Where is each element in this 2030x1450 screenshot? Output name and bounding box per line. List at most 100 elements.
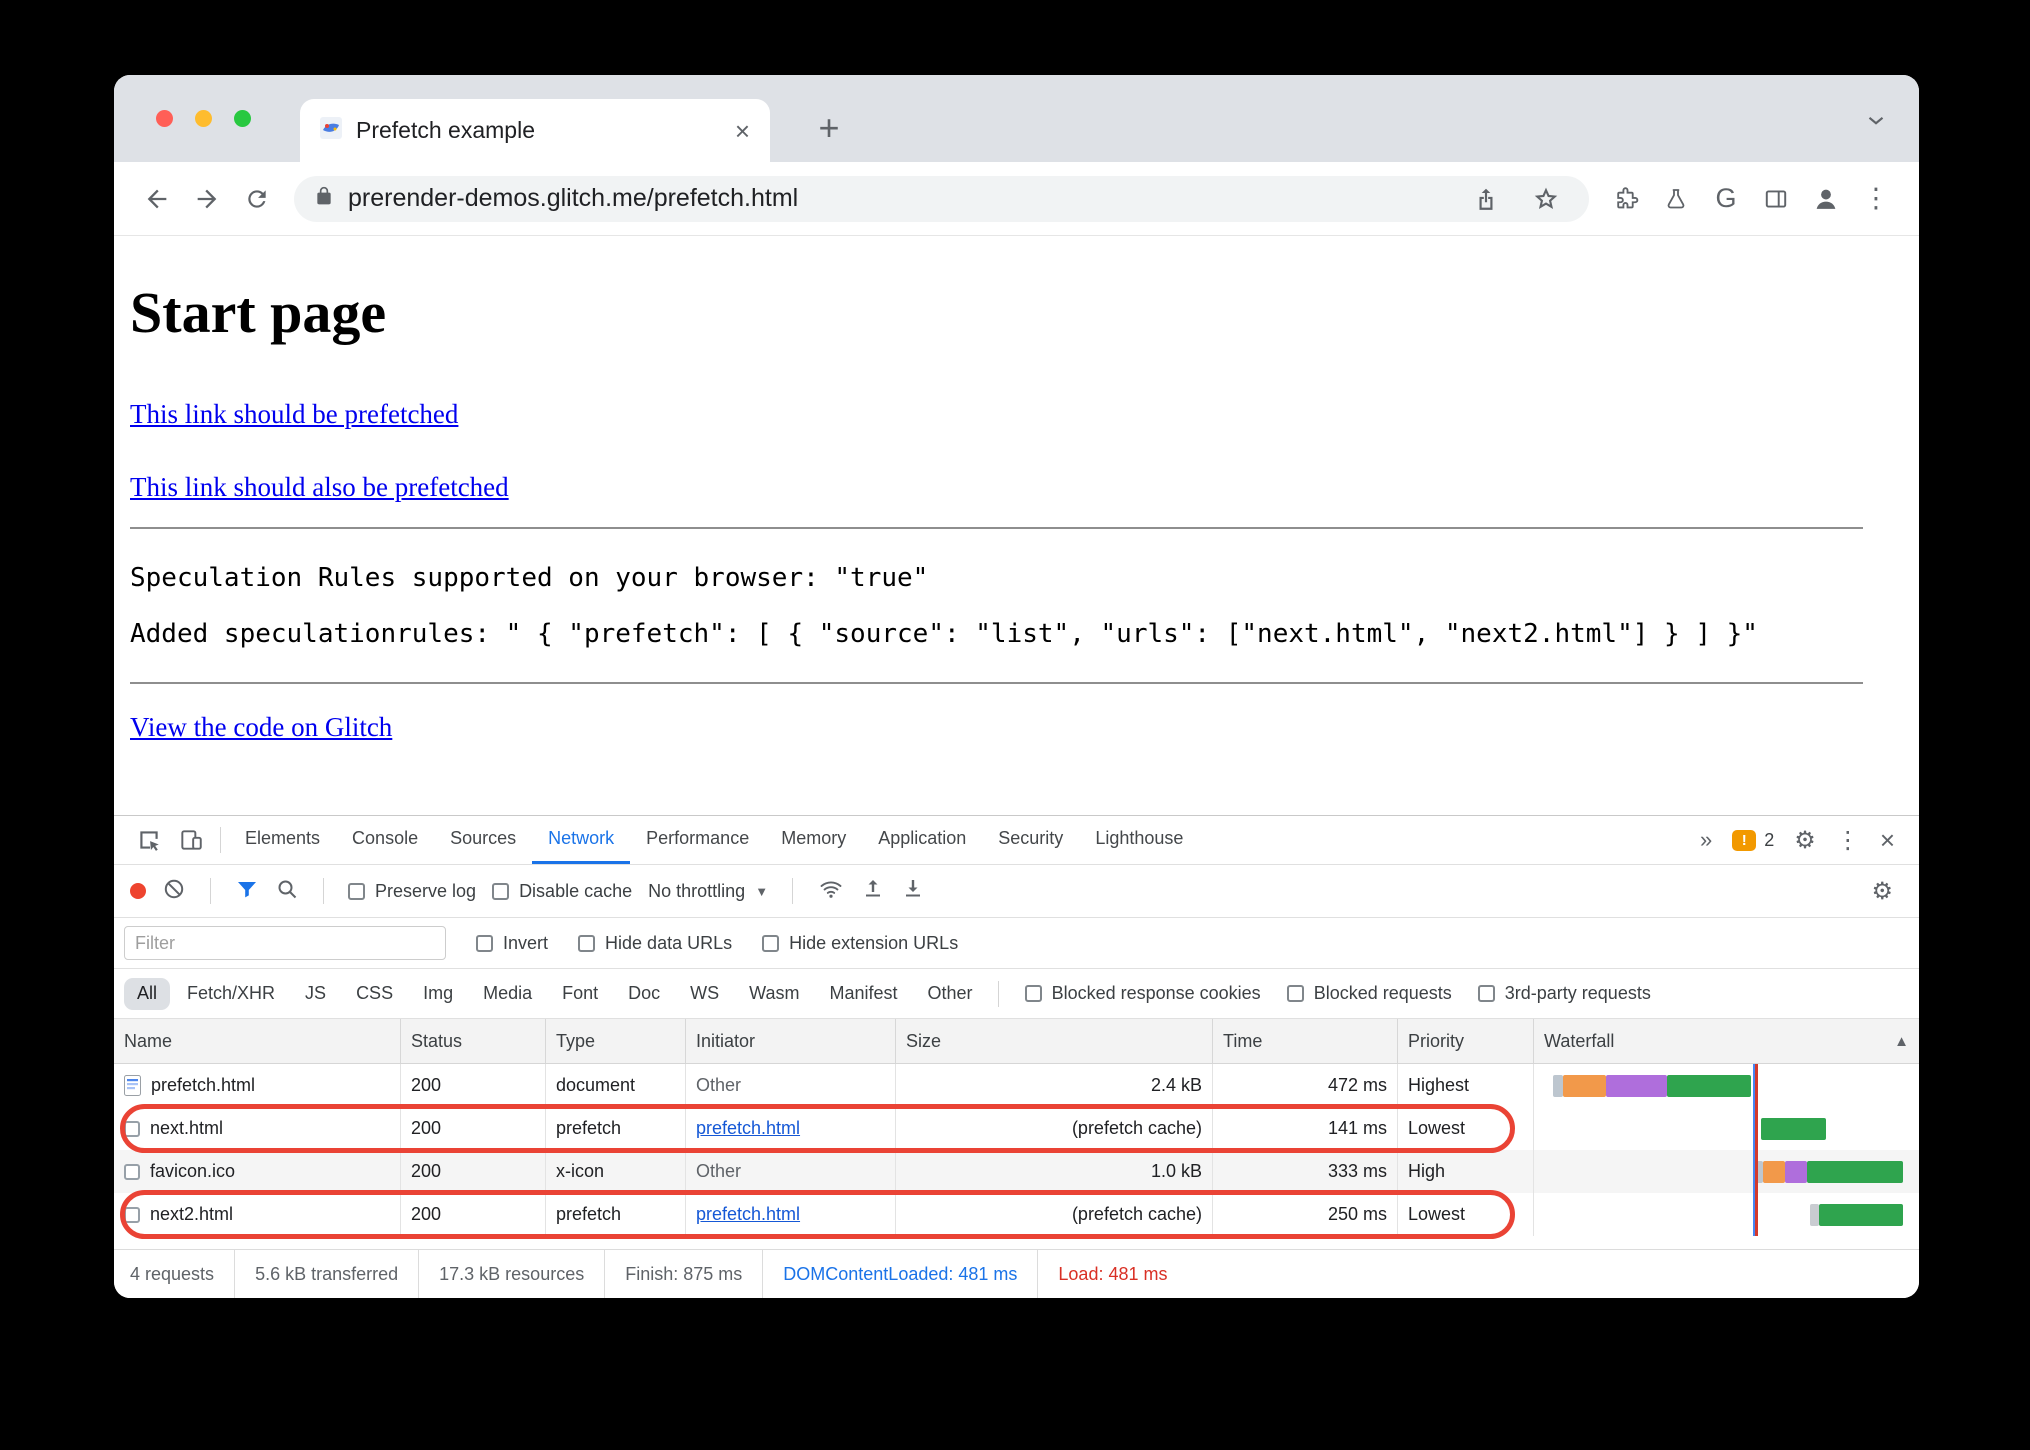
network-conditions-wifi-icon[interactable]: [817, 877, 845, 906]
type-chip-wasm[interactable]: Wasm: [736, 978, 812, 1010]
bookmark-star-icon[interactable]: [1523, 176, 1569, 222]
request-initiator[interactable]: prefetch.html: [696, 1204, 800, 1225]
waterfall-bar: [1810, 1203, 1819, 1226]
network-settings-gear-icon[interactable]: ⚙: [1871, 877, 1893, 906]
devtools-tab-sources[interactable]: Sources: [434, 816, 532, 864]
share-icon[interactable]: [1463, 176, 1509, 222]
hide-data-urls-checkbox[interactable]: Hide data URLs: [578, 933, 732, 954]
request-size: (prefetch cache): [896, 1193, 1213, 1236]
column-header-time[interactable]: Time: [1213, 1019, 1398, 1063]
waterfall-bar: [1667, 1074, 1751, 1097]
filter-funnel-icon[interactable]: [235, 877, 259, 906]
type-chip-img[interactable]: Img: [410, 978, 466, 1010]
network-request-row[interactable]: prefetch.html 200 document Other 2.4 kB …: [114, 1064, 1919, 1107]
filter-input[interactable]: [124, 926, 446, 960]
export-har-icon[interactable]: [901, 877, 925, 906]
column-header-size[interactable]: Size: [896, 1019, 1213, 1063]
extensions-puzzle-icon[interactable]: [1603, 176, 1649, 222]
devtools-tab-lighthouse[interactable]: Lighthouse: [1079, 816, 1199, 864]
issues-badge[interactable]: ! 2: [1732, 829, 1774, 851]
request-type: x-icon: [546, 1150, 686, 1193]
side-panel-icon[interactable]: [1753, 176, 1799, 222]
glitch-code-link[interactable]: View the code on Glitch: [130, 712, 392, 743]
checkbox-icon: [492, 882, 510, 900]
devtools-tab-performance[interactable]: Performance: [630, 816, 765, 864]
extra-filter-checkbox[interactable]: Blocked response cookies: [1024, 983, 1261, 1004]
request-status: 200: [401, 1064, 546, 1107]
hide-extension-urls-checkbox[interactable]: Hide extension URLs: [762, 933, 958, 954]
import-har-icon[interactable]: [861, 877, 885, 906]
column-header-priority[interactable]: Priority: [1398, 1019, 1534, 1063]
flask-icon[interactable]: [1653, 176, 1699, 222]
invert-checkbox[interactable]: Invert: [476, 933, 548, 954]
network-request-row[interactable]: favicon.ico 200 x-icon Other 1.0 kB 333 …: [114, 1150, 1919, 1193]
type-chip-ws[interactable]: WS: [677, 978, 732, 1010]
preserve-log-checkbox[interactable]: Preserve log: [348, 881, 476, 902]
extra-filter-checkbox[interactable]: 3rd-party requests: [1477, 983, 1651, 1004]
prefetch-link-2[interactable]: This link should also be prefetched: [130, 472, 509, 503]
checkbox-icon: [124, 1206, 140, 1223]
type-chip-doc[interactable]: Doc: [615, 978, 673, 1010]
tab-favicon-icon: [320, 117, 342, 144]
minimize-window-button[interactable]: [195, 110, 212, 127]
column-header-status[interactable]: Status: [401, 1019, 546, 1063]
checkbox-icon: [762, 934, 780, 952]
devtools-tab-network[interactable]: Network: [532, 816, 631, 864]
type-chip-other[interactable]: Other: [915, 978, 986, 1010]
waterfall-event-line: [1755, 1064, 1758, 1236]
network-request-row[interactable]: next.html 200 prefetch prefetch.html (pr…: [114, 1107, 1919, 1150]
tab-close-icon[interactable]: ×: [735, 118, 750, 144]
google-g-icon[interactable]: G: [1703, 176, 1749, 222]
back-icon[interactable]: [134, 176, 180, 222]
device-toolbar-icon[interactable]: [170, 816, 212, 864]
more-tabs-icon[interactable]: »: [1700, 827, 1712, 853]
type-chip-js[interactable]: JS: [292, 978, 339, 1010]
column-header-waterfall[interactable]: Waterfall ▲: [1534, 1019, 1919, 1063]
type-chip-css[interactable]: CSS: [343, 978, 406, 1010]
column-header-type[interactable]: Type: [546, 1019, 686, 1063]
reload-icon[interactable]: [234, 176, 280, 222]
devtools-tab-application[interactable]: Application: [862, 816, 982, 864]
browser-tab[interactable]: Prefetch example ×: [300, 99, 770, 162]
request-name: next2.html: [150, 1204, 234, 1224]
close-window-button[interactable]: [156, 110, 173, 127]
type-chip-font[interactable]: Font: [549, 978, 611, 1010]
clear-icon[interactable]: [162, 877, 186, 906]
request-time: 333 ms: [1213, 1150, 1398, 1193]
network-table-header: Name Status Type Initiator Size Time Priority W…: [114, 1019, 1919, 1064]
network-request-row[interactable]: next2.html 200 prefetch prefetch.html (p…: [114, 1193, 1919, 1236]
request-time: 472 ms: [1213, 1064, 1398, 1107]
devtools-tab-security[interactable]: Security: [982, 816, 1079, 864]
type-chip-media[interactable]: Media: [470, 978, 545, 1010]
type-chip-all[interactable]: All: [124, 977, 171, 1010]
request-priority: Lowest: [1398, 1107, 1534, 1150]
tab-strip-chevron-icon[interactable]: [1863, 107, 1889, 138]
column-header-name[interactable]: Name: [114, 1019, 401, 1063]
devtools-menu-kebab-icon[interactable]: ⋮: [1836, 826, 1860, 855]
divider: [130, 681, 1863, 684]
inspect-element-icon[interactable]: [128, 816, 170, 864]
zoom-window-button[interactable]: [234, 110, 251, 127]
extra-filter-checkbox[interactable]: Blocked requests: [1286, 983, 1452, 1004]
disable-cache-checkbox[interactable]: Disable cache: [492, 881, 632, 902]
type-chip-fetch-xhr[interactable]: Fetch/XHR: [174, 978, 288, 1010]
address-bar[interactable]: prerender-demos.glitch.me/prefetch.html: [294, 175, 1589, 222]
url-text[interactable]: prerender-demos.glitch.me/prefetch.html: [348, 184, 1449, 213]
type-chip-manifest[interactable]: Manifest: [817, 978, 911, 1010]
devtools-tab-memory[interactable]: Memory: [765, 816, 862, 864]
navigation-bar: prerender-demos.glitch.me/prefetch.html …: [114, 162, 1919, 236]
devtools-close-icon[interactable]: ×: [1880, 827, 1895, 853]
record-button[interactable]: [130, 883, 146, 899]
devtools-tab-console[interactable]: Console: [336, 816, 434, 864]
new-tab-button[interactable]: +: [806, 105, 852, 151]
request-initiator[interactable]: prefetch.html: [696, 1118, 800, 1139]
prefetch-link-1[interactable]: This link should be prefetched: [130, 399, 458, 430]
devtools-tab-elements[interactable]: Elements: [229, 816, 336, 864]
search-icon[interactable]: [275, 877, 299, 906]
throttling-dropdown[interactable]: No throttling ▼: [648, 881, 768, 902]
column-header-initiator[interactable]: Initiator: [686, 1019, 896, 1063]
browser-menu-kebab-icon[interactable]: ⋮: [1853, 176, 1899, 222]
forward-icon[interactable]: [184, 176, 230, 222]
profile-avatar-icon[interactable]: [1803, 176, 1849, 222]
devtools-settings-gear-icon[interactable]: ⚙: [1794, 826, 1816, 855]
